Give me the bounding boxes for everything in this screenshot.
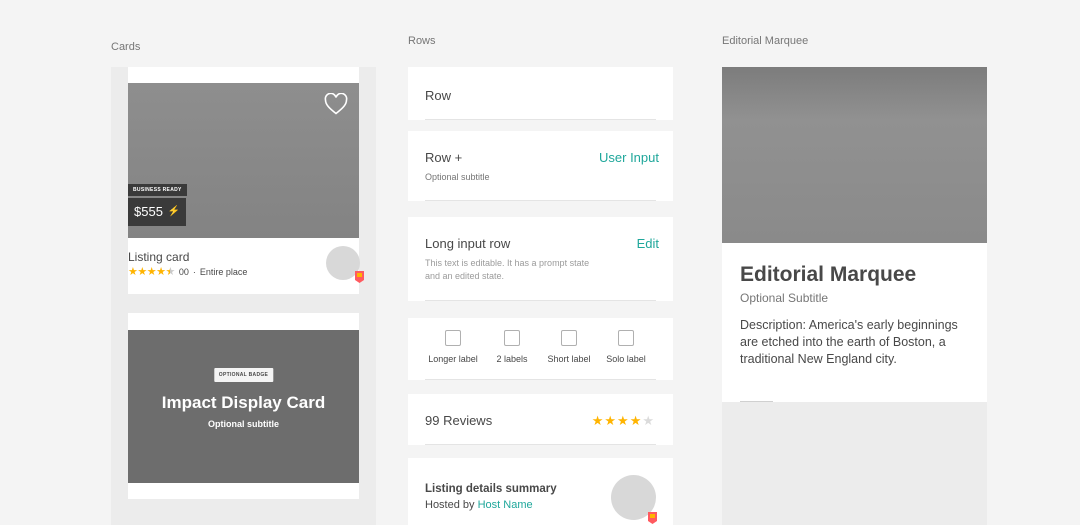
checkbox-item[interactable]: Short label [544, 330, 594, 364]
divider [425, 379, 656, 380]
checkbox-label: Solo label [606, 354, 646, 364]
host-flag-icon [648, 512, 657, 524]
impact-photo: OPTIONAL BADGE Impact Display Card Optio… [128, 330, 359, 483]
editorial-body: Editorial Marquee Optional Subtitle Desc… [722, 243, 987, 402]
row-listing-summary[interactable]: Listing details summary Hosted by Host N… [408, 458, 673, 525]
listing-title: Listing card [128, 250, 190, 264]
star-icon: ★ [591, 413, 605, 428]
cards-column-title: Cards [111, 41, 141, 53]
divider [740, 401, 773, 402]
listing-photo: BUSINESS READY $555 ⚡ [128, 83, 359, 238]
checkbox-label: 2 labels [496, 354, 528, 364]
checkbox-item[interactable]: 2 labels [494, 330, 530, 364]
user-input-link[interactable]: User Input [599, 150, 659, 165]
editorial-subtitle: Optional Subtitle [740, 291, 829, 305]
business-ready-badge: BUSINESS READY [128, 184, 187, 196]
divider [425, 300, 656, 301]
edit-link[interactable]: Edit [637, 236, 659, 251]
star-icon: ★ [617, 413, 630, 428]
row-plus[interactable]: Row + Optional subtitle User Input [408, 131, 673, 201]
star-rating: ★★★★★ [128, 266, 175, 278]
checkbox-label: Longer label [428, 354, 478, 364]
impact-display-card[interactable]: OPTIONAL BADGE Impact Display Card Optio… [128, 313, 359, 499]
checkbox-item[interactable]: Solo label [604, 330, 648, 364]
separator: · [192, 266, 196, 277]
editorial-column-title: Editorial Marquee [722, 35, 809, 47]
row-basic[interactable]: Row [408, 67, 673, 120]
optional-badge: OPTIONAL BADGE [213, 368, 274, 382]
impact-subtitle: Optional subtitle [208, 419, 279, 429]
checkbox[interactable] [445, 330, 461, 346]
editorial-photo [722, 67, 987, 243]
heart-icon[interactable] [324, 93, 348, 115]
editorial-title: Editorial Marquee [740, 263, 917, 286]
listing-rating: ★★★★★ 00 · Entire place [128, 265, 247, 278]
checkbox-item[interactable]: Longer label [425, 330, 481, 364]
impact-title: Impact Display Card [161, 393, 326, 412]
listing-card[interactable]: BUSINESS READY $555 ⚡ Listing card ★★★★★… [128, 67, 364, 294]
review-count: 00 [178, 266, 189, 277]
row-subtitle: Optional subtitle [425, 172, 490, 182]
row-title: Row + [425, 150, 463, 165]
row-reviews[interactable]: 99 Reviews ★★★★★ [408, 394, 673, 445]
row-title: Row [425, 88, 452, 103]
cards-column: BUSINESS READY $555 ⚡ Listing card ★★★★★… [111, 67, 376, 525]
lightning-icon: ⚡ [167, 206, 181, 217]
checkbox[interactable] [504, 330, 520, 346]
room-type: Entire place [199, 266, 248, 277]
editorial-description: Description: America's early beginnings … [740, 318, 958, 366]
reviews-label: 99 Reviews [425, 413, 493, 428]
host-avatar[interactable] [326, 246, 364, 283]
row-long-input[interactable]: Long input row Edit This text is editabl… [408, 217, 673, 301]
divider [425, 119, 656, 120]
hosted-by-line: Hosted by Host Name [425, 499, 533, 511]
checkbox[interactable] [618, 330, 634, 346]
review-stars: ★★★★★ [592, 413, 655, 429]
price-tag: $555 ⚡ [128, 198, 187, 226]
star-icon: ★ [629, 413, 643, 428]
editorial-column: Editorial Marquee Optional Subtitle Desc… [722, 67, 987, 525]
price-value: $555 [134, 204, 163, 219]
host-name-link[interactable]: Host Name [478, 499, 533, 511]
divider [425, 444, 656, 445]
checkbox[interactable] [561, 330, 577, 346]
rows-column-title: Rows [408, 35, 436, 47]
hosted-by-text: Hosted by [425, 499, 475, 511]
star-icon: ★ [604, 413, 618, 428]
row-hint: This text is editable. It has a prompt s… [425, 258, 590, 281]
summary-title: Listing details summary [425, 483, 557, 495]
divider [425, 200, 656, 201]
checkbox-label: Short label [547, 354, 591, 364]
host-flag-icon [355, 271, 364, 283]
host-avatar[interactable] [611, 475, 657, 524]
row-title: Long input row [425, 236, 511, 251]
star-icon: ★ [642, 413, 655, 428]
row-checkboxes: Longer label 2 labels Short label Solo l… [408, 318, 673, 380]
